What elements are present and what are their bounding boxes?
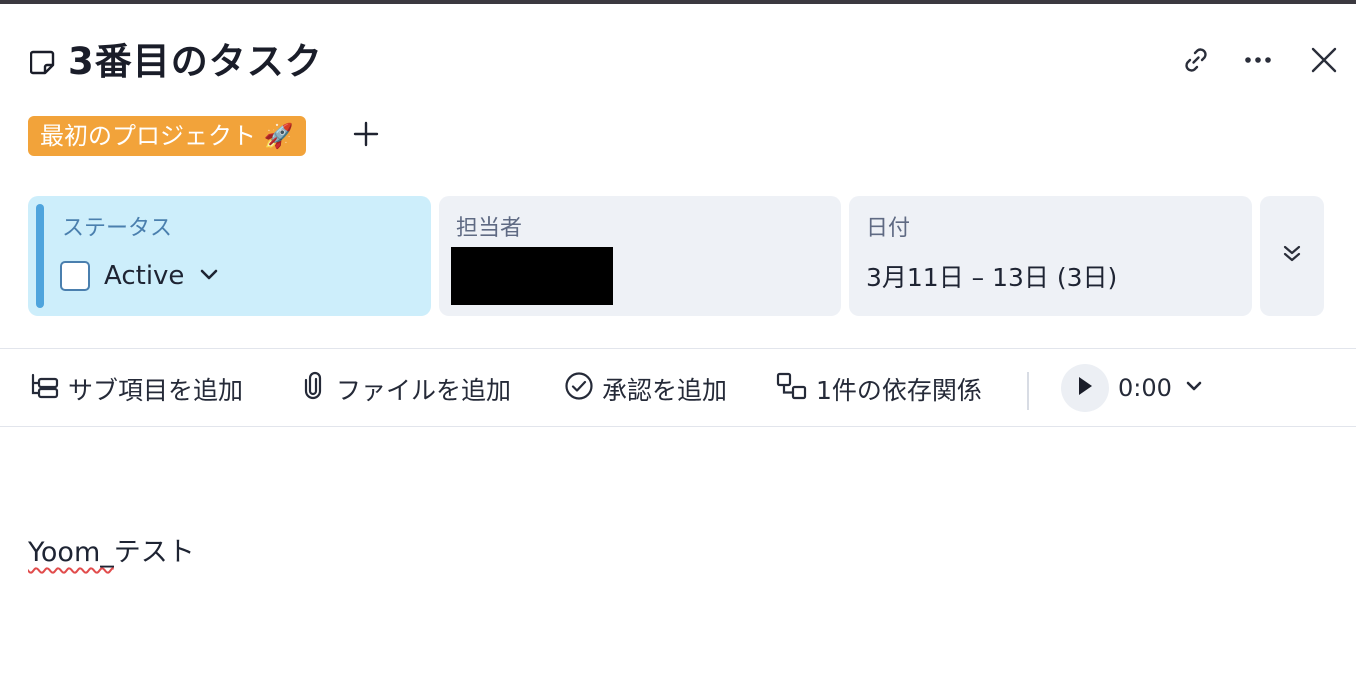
- close-button[interactable]: [1304, 42, 1344, 82]
- date-field[interactable]: 日付 3月11日 – 13日 (3日): [849, 196, 1252, 316]
- status-label: ステータス: [62, 216, 173, 241]
- close-icon: [1309, 45, 1339, 79]
- description-misspelled-text: Yoom_: [28, 537, 114, 568]
- dependency-icon: [776, 371, 816, 407]
- add-subtask-label: サブ項目を追加: [68, 376, 244, 405]
- copy-link-button[interactable]: [1176, 42, 1216, 82]
- add-approval-button[interactable]: 承認を追加: [564, 372, 727, 406]
- status-accent-bar: [36, 204, 44, 308]
- assignee-redacted: [451, 247, 613, 305]
- divider: [0, 348, 1356, 349]
- chevron-down-icon: [198, 263, 220, 289]
- subtask-icon: [30, 372, 68, 406]
- add-project-button[interactable]: [348, 118, 384, 154]
- description-text: テスト: [113, 537, 195, 568]
- timer-dropdown[interactable]: 0:00: [1118, 374, 1204, 402]
- dependencies-label: 1件の依存関係: [816, 376, 982, 405]
- add-subtask-button[interactable]: サブ項目を追加: [30, 372, 243, 406]
- date-value[interactable]: 3月11日 – 13日 (3日): [866, 258, 1117, 294]
- status-field[interactable]: ステータス Active: [28, 196, 431, 316]
- check-circle-icon: [564, 371, 602, 407]
- double-chevron-down-icon: [1280, 242, 1304, 270]
- more-options-button[interactable]: [1238, 42, 1278, 82]
- task-header: 3番目のタスク: [0, 4, 1356, 104]
- start-timer-button[interactable]: [1061, 364, 1109, 412]
- date-label: 日付: [866, 216, 911, 241]
- expand-fields-button[interactable]: [1260, 196, 1324, 316]
- play-icon: [1075, 375, 1095, 401]
- add-file-button[interactable]: ファイルを追加: [300, 371, 512, 407]
- divider: [0, 426, 1356, 427]
- toolbar-separator: [1027, 372, 1029, 410]
- note-icon: [29, 48, 56, 76]
- task-toolbar: サブ項目を追加 ファイルを追加 承認を追加 1件の依存関係 0:00: [0, 350, 1356, 426]
- paperclip-icon: [300, 371, 336, 407]
- project-tag[interactable]: 最初のプロジェクト 🚀: [28, 116, 306, 156]
- status-value: Active: [104, 261, 185, 291]
- status-dropdown[interactable]: Active: [60, 260, 220, 292]
- link-icon: [1180, 44, 1212, 80]
- task-title[interactable]: 3番目のタスク: [68, 40, 323, 84]
- chevron-down-icon: [1172, 374, 1204, 402]
- timer-value: 0:00: [1118, 374, 1172, 402]
- add-approval-label: 承認を追加: [602, 376, 728, 405]
- plus-icon: [353, 121, 379, 151]
- assignee-field[interactable]: 担当者: [439, 196, 841, 316]
- add-file-label: ファイルを追加: [336, 376, 512, 405]
- dependencies-button[interactable]: 1件の依存関係: [776, 372, 982, 406]
- status-checkbox[interactable]: [60, 261, 90, 291]
- assignee-label: 担当者: [456, 216, 523, 241]
- task-description[interactable]: Yoom_テスト: [28, 530, 195, 569]
- ellipsis-icon: [1242, 44, 1274, 80]
